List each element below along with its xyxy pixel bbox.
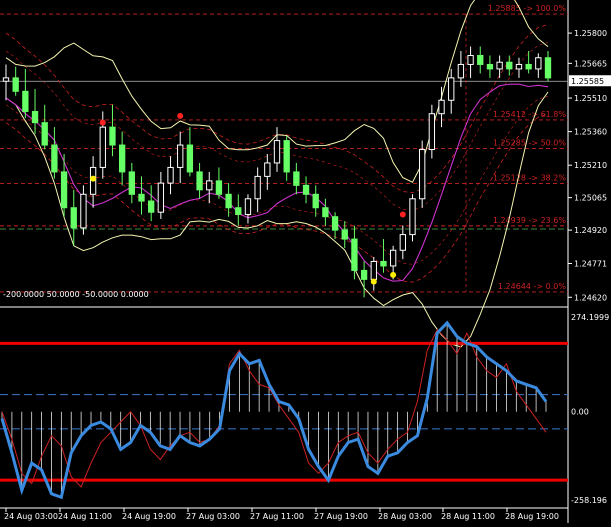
- candle-body[interactable]: [138, 193, 145, 202]
- candle-body[interactable]: [293, 171, 300, 186]
- candle-body[interactable]: [341, 229, 348, 240]
- candle-body[interactable]: [215, 180, 223, 195]
- trading-chart-window[interactable]: 1.25885 -> 100.0% 1.25412 -> 61.8% 1.25285…: [0, 0, 611, 523]
- candle-body[interactable]: [273, 140, 281, 164]
- candle-body[interactable]: [496, 61, 503, 70]
- candle-body[interactable]: [2, 77, 10, 82]
- price-tick-label: 1.24920: [574, 226, 607, 235]
- candle-body[interactable]: [409, 198, 416, 236]
- candle-body[interactable]: [389, 249, 397, 267]
- candle-body[interactable]: [360, 269, 368, 280]
- candle-body[interactable]: [128, 171, 135, 195]
- osc-axis-top: 274.1999: [571, 313, 609, 322]
- signal-dot: [399, 211, 406, 218]
- time-tick-label: 27 Aug 19:00: [314, 512, 368, 521]
- candle-body[interactable]: [244, 198, 252, 215]
- time-tick-label: 28 Aug 03:00: [378, 512, 432, 521]
- candle-body[interactable]: [515, 63, 523, 70]
- candle-body[interactable]: [544, 57, 552, 79]
- candle-body[interactable]: [380, 260, 387, 267]
- price-tick-label: 1.25665: [574, 59, 607, 68]
- candle-body[interactable]: [351, 238, 358, 271]
- price-tick-label: 1.24771: [574, 259, 607, 268]
- time-tick-label: 27 Aug 03:00: [186, 512, 240, 521]
- candle-body[interactable]: [206, 180, 213, 191]
- candle-body[interactable]: [186, 144, 194, 173]
- candle-body[interactable]: [331, 216, 339, 231]
- signal-dot: [177, 112, 184, 119]
- osc-axis-zero: 0.00: [571, 408, 589, 417]
- time-tick-label: 24 Aug 11:00: [58, 512, 112, 521]
- candle-body[interactable]: [486, 63, 494, 70]
- candle-body[interactable]: [31, 110, 39, 124]
- fib-level-label: 1.25128 -> 38.2%: [493, 174, 567, 183]
- current-price-label: 1.25585: [571, 77, 604, 86]
- fib-level-label: 1.24644 -> 0.0%: [498, 282, 566, 291]
- candle-body[interactable]: [428, 113, 436, 151]
- time-tick-label: 28 Aug 19:00: [505, 512, 559, 521]
- candle-body[interactable]: [41, 122, 48, 146]
- price-tick-label: 1.25210: [574, 161, 607, 170]
- time-tick-label: 24 Aug 19:00: [122, 512, 176, 521]
- candle-body[interactable]: [264, 162, 271, 177]
- candle-body[interactable]: [312, 193, 319, 209]
- candle-body[interactable]: [148, 200, 155, 213]
- candle-body[interactable]: [22, 90, 29, 112]
- candle-body[interactable]: [177, 144, 184, 168]
- fib-level-label: 1.25885 -> 100.0%: [488, 4, 567, 13]
- candle-body[interactable]: [235, 207, 242, 215]
- candle-body[interactable]: [254, 175, 261, 200]
- candle-body[interactable]: [118, 144, 126, 173]
- candle-body[interactable]: [399, 234, 406, 251]
- candle-body[interactable]: [457, 63, 465, 79]
- fib-level-label: 1.25412 -> 61.8%: [493, 110, 567, 119]
- candle-body[interactable]: [225, 193, 232, 209]
- signal-dot: [390, 271, 397, 278]
- price-tick-label: 1.25800: [574, 29, 607, 38]
- candle-body[interactable]: [157, 182, 165, 213]
- candle-body[interactable]: [99, 126, 106, 168]
- time-tick-label: 24 Aug 03:00: [4, 512, 58, 521]
- candle-body[interactable]: [322, 207, 329, 218]
- osc-axis-bottom: -258.196: [571, 496, 607, 505]
- signal-dot: [370, 278, 377, 285]
- candle-body[interactable]: [477, 54, 484, 65]
- candle-body[interactable]: [525, 63, 532, 70]
- signal-dot: [99, 119, 106, 126]
- price-tick-label: 1.25510: [574, 94, 607, 103]
- oscillator-header: -200.0000 50.0000 -50.0000 0.0000: [3, 290, 149, 299]
- candle-body[interactable]: [80, 193, 87, 229]
- candle-body[interactable]: [70, 207, 77, 229]
- candle-body[interactable]: [535, 57, 542, 70]
- candle-body[interactable]: [196, 171, 203, 191]
- candle-body[interactable]: [167, 166, 174, 184]
- candle-body[interactable]: [60, 171, 68, 209]
- candle-body[interactable]: [419, 149, 426, 200]
- signal-dot: [90, 175, 97, 182]
- time-tick-label: 28 Aug 11:00: [441, 512, 495, 521]
- fib-level-label: 1.24939 -> 23.6%: [493, 216, 567, 225]
- fib-level-label: 1.25285 -> 50.0%: [493, 138, 567, 147]
- candle-body[interactable]: [12, 77, 19, 92]
- candle-body[interactable]: [283, 140, 290, 173]
- price-tick-label: 1.25065: [574, 194, 607, 203]
- price-tick-label: 1.24620: [574, 293, 607, 302]
- candle-body[interactable]: [438, 99, 445, 115]
- price-tick-label: 1.25360: [574, 128, 607, 137]
- candle-body[interactable]: [109, 126, 116, 146]
- candle-body[interactable]: [448, 77, 455, 101]
- candle-body[interactable]: [370, 260, 377, 280]
- candle-body[interactable]: [467, 54, 474, 65]
- time-tick-label: 27 Aug 11:00: [250, 512, 304, 521]
- candle-body[interactable]: [506, 61, 513, 70]
- trading-chart-svg[interactable]: 1.25885 -> 100.0% 1.25412 -> 61.8% 1.25285…: [0, 0, 611, 523]
- candle-body[interactable]: [302, 184, 310, 195]
- candle-body[interactable]: [51, 144, 58, 173]
